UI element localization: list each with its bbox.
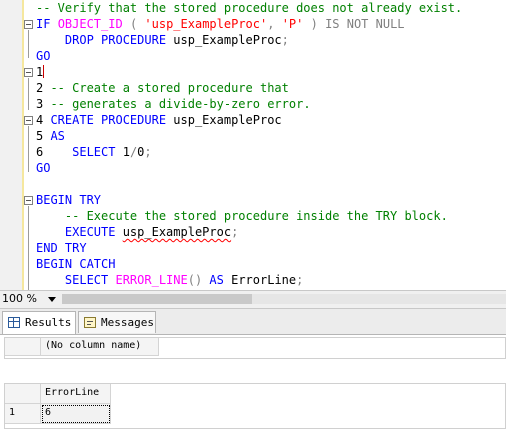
errorline-value-cell[interactable]: 6: [41, 404, 111, 424]
code-token: 'P': [281, 17, 304, 31]
scrollbar-thumb[interactable]: [62, 294, 252, 304]
collapse-block-icon[interactable]: [24, 68, 33, 77]
editor-gutter: [0, 0, 22, 290]
code-area[interactable]: -- Verify that the stored procedure does…: [22, 0, 506, 290]
code-line[interactable]: BEGIN CATCH: [36, 256, 115, 272]
code-token: 3: [36, 97, 51, 111]
code-line[interactable]: 1: [36, 64, 45, 80]
fold-guide: [28, 126, 29, 172]
messages-icon: [84, 317, 96, 328]
code-token: (: [122, 17, 145, 31]
code-line[interactable]: GO: [36, 48, 50, 64]
fold-guide: [28, 30, 29, 58]
code-token: BEGIN CATCH: [36, 257, 116, 271]
tab-results-label: Results: [25, 316, 72, 329]
code-token: 5: [36, 129, 51, 143]
grid-corner: [5, 338, 41, 356]
collapse-create-icon[interactable]: [24, 116, 33, 125]
code-token: END TRY: [36, 241, 87, 255]
code-token: -- Verify that the stored procedure does…: [36, 1, 463, 15]
code-line[interactable]: SELECT ERROR_LINE() AS ErrorLine;: [36, 272, 303, 288]
code-line[interactable]: -- Verify that the stored procedure does…: [36, 0, 462, 16]
code-token: SELECT: [36, 273, 116, 287]
editor-status-bar: 100 %: [0, 290, 506, 309]
query-editor[interactable]: -- Verify that the stored procedure does…: [0, 0, 506, 290]
code-token: ): [303, 17, 326, 31]
code-line[interactable]: DROP PROCEDURE usp_ExampleProc;: [36, 32, 289, 48]
code-token: -- Create a stored procedure that: [50, 81, 289, 95]
code-token: CREATE PROCEDURE: [50, 113, 174, 127]
code-token: ErrorLine: [231, 273, 297, 287]
fold-guide: [28, 78, 29, 110]
code-line[interactable]: 3 -- generates a divide-by-zero error.: [36, 96, 311, 112]
code-token: ERROR_LINE: [115, 273, 188, 287]
tab-messages-label: Messages: [101, 316, 154, 329]
code-token: AS: [209, 273, 232, 287]
code-token: GO: [36, 49, 51, 63]
column-header[interactable]: (No column name): [41, 338, 159, 356]
tab-messages[interactable]: Messages: [78, 311, 156, 333]
code-token: ;: [281, 33, 289, 47]
code-token: ;: [144, 145, 152, 159]
collapse-try-icon[interactable]: [24, 196, 33, 205]
code-token: ,: [267, 17, 282, 31]
column-header-errorline[interactable]: ErrorLine: [41, 384, 111, 404]
code-line[interactable]: EXECUTE usp_ExampleProc;: [36, 224, 238, 240]
code-token: 1: [36, 65, 44, 79]
results-pane: (No column name) ErrorLine 1 6: [0, 335, 506, 431]
code-line[interactable]: 4 CREATE PROCEDURE usp_ExampleProc: [36, 112, 282, 128]
code-token: IF: [36, 17, 58, 31]
code-token: DROP PROCEDURE: [36, 33, 174, 47]
code-token: -- Execute the stored procedure inside t…: [36, 209, 448, 223]
code-line[interactable]: GO: [36, 160, 50, 176]
code-line[interactable]: IF OBJECT_ID ( 'usp_ExampleProc', 'P' ) …: [36, 16, 405, 32]
row-number[interactable]: 1: [5, 404, 41, 424]
code-token: usp_ExampleProc: [173, 33, 282, 47]
code-line[interactable]: 6 SELECT 1/0;: [36, 144, 152, 160]
code-token: GO: [36, 161, 51, 175]
horizontal-scrollbar[interactable]: [62, 294, 506, 304]
code-line[interactable]: BEGIN TRY: [36, 192, 101, 208]
results-tab-bar: Results Messages: [0, 309, 506, 335]
result-grid-1[interactable]: (No column name): [4, 337, 506, 359]
code-token: 4: [36, 113, 51, 127]
code-token: EXECUTE: [36, 225, 123, 239]
code-token: AS: [50, 129, 65, 143]
code-token: BEGIN TRY: [36, 193, 102, 207]
code-token: usp_ExampleProc: [122, 225, 232, 239]
tab-results[interactable]: Results: [2, 311, 76, 334]
zoom-level: 100 %: [2, 292, 37, 305]
chevron-down-icon[interactable]: [48, 297, 56, 302]
grid-icon: [8, 317, 20, 328]
code-line[interactable]: 2 -- Create a stored procedure that: [36, 80, 289, 96]
code-token: usp_ExampleProc: [173, 113, 282, 127]
code-token: OBJECT_ID: [57, 17, 123, 31]
text-cursor: [43, 65, 45, 78]
code-token: 'usp_ExampleProc': [144, 17, 268, 31]
code-token: (): [187, 273, 210, 287]
code-line[interactable]: 5 AS: [36, 128, 65, 144]
grid-corner: [5, 384, 41, 404]
code-token: SELECT: [72, 145, 123, 159]
code-token: ;: [231, 225, 239, 239]
code-token: 1: [122, 145, 130, 159]
result-grid-2[interactable]: ErrorLine 1 6: [4, 383, 506, 429]
code-token: 6: [36, 145, 73, 159]
code-token: 2: [36, 81, 51, 95]
fold-guide: [28, 206, 29, 290]
code-line[interactable]: -- Execute the stored procedure inside t…: [36, 208, 448, 224]
code-token: ;: [296, 273, 304, 287]
code-token: -- generates a divide-by-zero error.: [50, 97, 311, 111]
collapse-if-icon[interactable]: [24, 20, 33, 29]
code-token: IS NOT NULL: [325, 17, 405, 31]
zoom-dropdown[interactable]: 100 %: [2, 292, 58, 306]
code-line[interactable]: END TRY: [36, 240, 87, 256]
